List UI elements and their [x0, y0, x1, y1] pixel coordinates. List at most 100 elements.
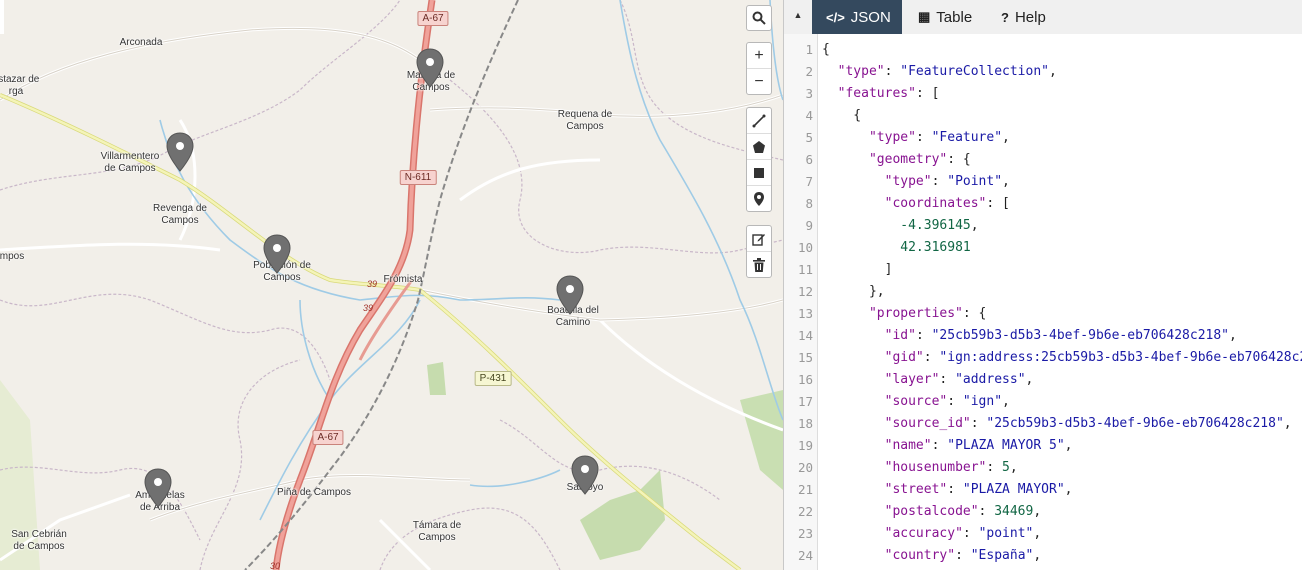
zoom-control: + −: [746, 42, 772, 95]
map-marker[interactable]: [263, 234, 291, 274]
draw-polyline-button[interactable]: [747, 108, 771, 134]
tab-json[interactable]: </> JSON: [812, 0, 902, 34]
line-number: 10: [797, 240, 813, 255]
line-number: 20: [797, 460, 813, 475]
code-icon: </>: [826, 9, 845, 25]
code-line: "country": "España",: [884, 548, 1042, 563]
code-line: 42.316981: [900, 240, 971, 255]
line-number: 1: [805, 42, 813, 57]
draw-rectangle-button[interactable]: [747, 160, 771, 186]
line-number: 14: [797, 328, 813, 343]
caret-up-icon: ▲: [793, 10, 803, 20]
place-label: Frómista: [383, 274, 423, 285]
place-label: Támara de Campos: [412, 520, 462, 543]
help-icon: ?: [1001, 9, 1009, 25]
marker-pin-icon: [556, 275, 584, 315]
line-number: 18: [797, 416, 813, 431]
editor-pane: ▲ </> JSON ▦ Table ? Help 1 2 3 4 5 6 7 8 9 10 11 12 13…: [783, 0, 1302, 570]
map-edge: [0, 0, 4, 34]
tab-bar: ▲ </> JSON ▦ Table ? Help: [784, 0, 1302, 34]
draw-marker-button[interactable]: [747, 186, 771, 211]
code-line: "features": [: [837, 86, 940, 101]
road-shield: N-611: [399, 170, 437, 185]
code-line: "id": "25cb59b3-d5b3-4bef-9b6e-eb706428c…: [884, 328, 1237, 343]
tab-help[interactable]: ? Help: [987, 0, 1060, 34]
map-marker[interactable]: [556, 275, 584, 315]
tab-label: Help: [1014, 8, 1046, 26]
road-shield: A-67: [312, 430, 344, 445]
code-line: "street": "PLAZA MAYOR",: [884, 482, 1073, 497]
tab-label: Table: [936, 8, 973, 26]
code-line: "housenumber": 5,: [884, 460, 1018, 475]
edit-layers-button[interactable]: [747, 226, 771, 252]
code-line: },: [822, 284, 885, 299]
zoom-in-button[interactable]: +: [747, 43, 771, 69]
table-icon: ▦: [918, 9, 931, 24]
place-label: Villarmentero de Campos: [100, 151, 160, 174]
line-number: 19: [797, 438, 813, 453]
code-line: "type": "Point",: [884, 174, 1010, 189]
marker-pin-icon: [416, 48, 444, 88]
tab-table[interactable]: ▦ Table: [904, 0, 986, 34]
place-label: Piña de Campos: [277, 487, 351, 498]
collapse-pane-button[interactable]: ▲: [790, 10, 806, 22]
zoom-out-button[interactable]: −: [747, 69, 771, 94]
line-number: 15: [797, 350, 813, 365]
line-number: 11: [797, 262, 813, 277]
road-shield: A-67: [417, 11, 449, 26]
search-icon: [752, 11, 766, 25]
marker-pin-icon: [571, 455, 599, 495]
edit-icon: [752, 233, 765, 246]
code-line: "type": "FeatureCollection",: [837, 64, 1057, 79]
draw-toolbar: [746, 107, 772, 212]
road-shield: P-431: [474, 371, 512, 386]
line-number: 6: [805, 152, 813, 167]
line-number: 22: [797, 504, 813, 519]
marker-pin-icon: [144, 468, 172, 508]
code-line: "layer": "address",: [884, 372, 1034, 387]
place-label: Arconada: [119, 37, 163, 48]
code-line: "source_id": "25cb59b3-d5b3-4bef-9b6e-eb…: [884, 416, 1292, 431]
draw-polygon-button[interactable]: [747, 134, 771, 160]
tab-label: JSON: [850, 8, 891, 26]
code-line: "coordinates": [: [884, 196, 1010, 211]
place-label: San Cebrián de Campos: [11, 529, 67, 552]
place-label: Revenga de Campos: [153, 203, 207, 226]
marker-pin-icon: [166, 132, 194, 172]
polygon-icon: [753, 140, 765, 153]
json-editor[interactable]: 1 2 3 4 5 6 7 8 9 10 11 12 13 14 15 16 17 18 19 20 21 22 23 24 …: [784, 34, 1302, 570]
line-number: 3: [805, 86, 813, 101]
code-line: {: [822, 42, 830, 57]
place-label: mpos: [0, 251, 25, 262]
code-line: ]: [822, 262, 893, 277]
line-number: 24: [797, 548, 813, 563]
marker-icon: [754, 191, 764, 206]
line-number: 17: [797, 394, 813, 409]
delete-layers-button[interactable]: [747, 252, 771, 277]
map-search-button[interactable]: [746, 5, 772, 31]
trash-icon: [753, 257, 765, 272]
road-number: 30: [270, 561, 281, 570]
place-label: ástazar de rga: [0, 74, 40, 97]
code-line: "geometry": {: [868, 152, 971, 167]
zoom-out-label: −: [754, 72, 764, 90]
zoom-in-label: +: [754, 46, 764, 64]
road-number: 39: [363, 303, 374, 313]
code-line: "name": "PLAZA MAYOR 5",: [884, 438, 1073, 453]
map-marker[interactable]: [166, 132, 194, 172]
road-number: 39: [367, 279, 378, 289]
code-line: "properties": {: [868, 306, 987, 321]
line-number: 13: [797, 306, 813, 321]
code-line: {: [822, 108, 862, 123]
map-marker[interactable]: [416, 48, 444, 88]
place-label: Requena de Campos: [557, 109, 613, 132]
code-line: "postalcode": 34469,: [884, 504, 1042, 519]
code-line: "gid": "ign:address:25cb59b3-d5b3-4bef-9…: [884, 350, 1302, 365]
line-number: 8: [805, 196, 813, 211]
map-marker[interactable]: [571, 455, 599, 495]
map-view[interactable]: Arconada ástazar de rga Villarmentero de…: [0, 0, 783, 570]
line-number: 12: [797, 284, 813, 299]
map-marker[interactable]: [144, 468, 172, 508]
marker-pin-icon: [263, 234, 291, 274]
line-number: 4: [805, 108, 813, 123]
